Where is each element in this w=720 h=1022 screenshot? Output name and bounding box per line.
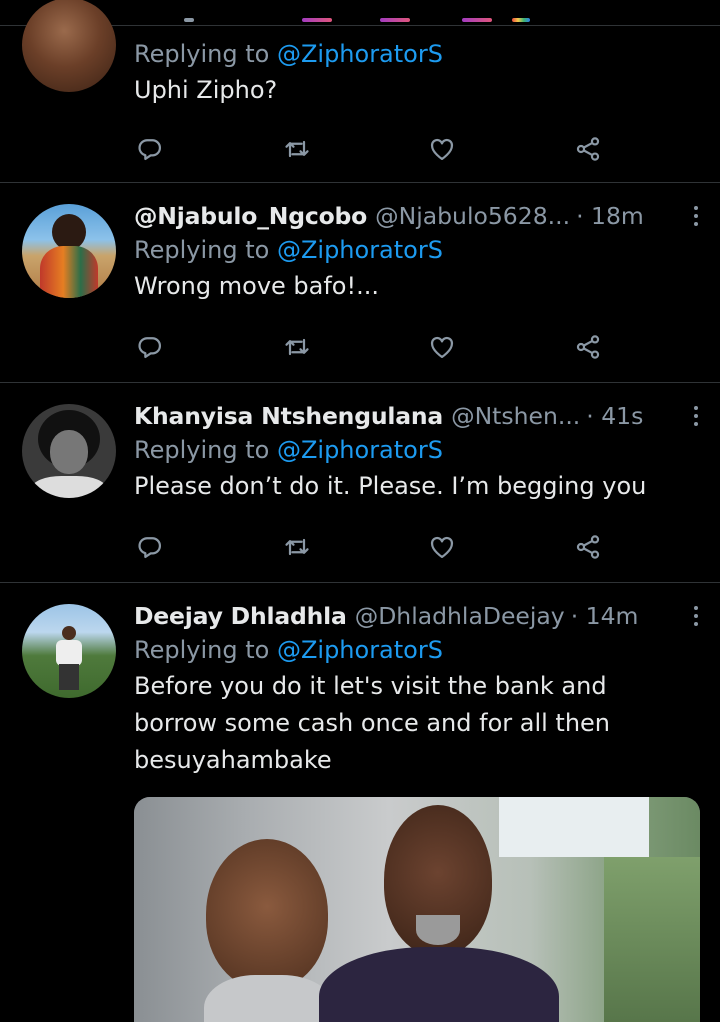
tweet[interactable]: Khanyisa Ntshengulana @Ntshen... · 41s R… (0, 383, 720, 583)
tweet-text: Wrong move bafo!... (134, 272, 379, 300)
tweet[interactable]: Replying to @ZiphoratorS Uphi Zipho? (0, 0, 720, 183)
retweet-icon[interactable] (279, 529, 315, 565)
replying-to-label: Replying to (134, 436, 270, 464)
tweet-header: Khanyisa Ntshengulana @Ntshen... · 41s (134, 400, 698, 432)
mention-link[interactable]: @ZiphoratorS (277, 40, 443, 68)
retweet-icon[interactable] (279, 329, 315, 365)
replying-to: Replying to @ZiphoratorS (134, 632, 698, 668)
author-name[interactable]: Khanyisa Ntshengulana (134, 402, 443, 430)
replying-to-label: Replying to (134, 636, 270, 664)
like-icon[interactable] (424, 329, 460, 365)
share-icon[interactable] (570, 329, 606, 365)
replying-to-label: Replying to (134, 40, 270, 68)
author-name[interactable]: Deejay Dhladhla (134, 602, 347, 630)
author-name[interactable]: @Njabulo_Ngcobo (134, 202, 367, 230)
more-icon[interactable] (682, 606, 698, 626)
avatar[interactable] (22, 604, 116, 698)
share-icon[interactable] (570, 529, 606, 565)
reply-icon[interactable] (132, 131, 168, 167)
like-icon[interactable] (424, 529, 460, 565)
more-icon[interactable] (682, 206, 698, 226)
replying-to: Replying to @ZiphoratorS (134, 432, 698, 468)
author-handle[interactable]: @Njabulo5628... (375, 202, 570, 230)
like-icon[interactable] (424, 131, 460, 167)
tweet-header: Deejay Dhladhla @DhladhlaDeejay · 14m (134, 600, 698, 632)
replying-to-label: Replying to (134, 236, 270, 264)
tweet-text: Uphi Zipho? (134, 76, 278, 104)
tweet-text: Please don’t do it. Please. I’m begging … (134, 472, 647, 500)
mention-link[interactable]: @ZiphoratorS (277, 636, 443, 664)
author-handle[interactable]: @Ntshen... (451, 402, 580, 430)
replying-to: Replying to @ZiphoratorS (134, 36, 698, 72)
mention-link[interactable]: @ZiphoratorS (277, 236, 443, 264)
tweet-text: Before you do it let's visit the bank an… (134, 672, 611, 774)
replying-to: Replying to @ZiphoratorS (134, 232, 698, 268)
reply-icon[interactable] (132, 529, 168, 565)
timestamp[interactable]: · 14m (571, 602, 639, 630)
reply-icon[interactable] (132, 329, 168, 365)
author-handle[interactable]: @DhladhlaDeejay (355, 602, 565, 630)
tweet-header: @Njabulo_Ngcobo @Njabulo5628... · 18m (134, 200, 698, 232)
more-icon[interactable] (682, 406, 698, 426)
timestamp[interactable]: · 41s (586, 402, 643, 430)
tweet-media-image[interactable] (134, 797, 700, 1022)
avatar[interactable] (22, 404, 116, 498)
tweet[interactable]: @Njabulo_Ngcobo @Njabulo5628... · 18m Re… (0, 183, 720, 383)
share-icon[interactable] (570, 131, 606, 167)
avatar[interactable] (22, 0, 116, 92)
retweet-icon[interactable] (279, 131, 315, 167)
avatar[interactable] (22, 204, 116, 298)
timestamp[interactable]: · 18m (576, 202, 644, 230)
mention-link[interactable]: @ZiphoratorS (277, 436, 443, 464)
tweet[interactable]: Deejay Dhladhla @DhladhlaDeejay · 14m Re… (0, 583, 720, 1022)
